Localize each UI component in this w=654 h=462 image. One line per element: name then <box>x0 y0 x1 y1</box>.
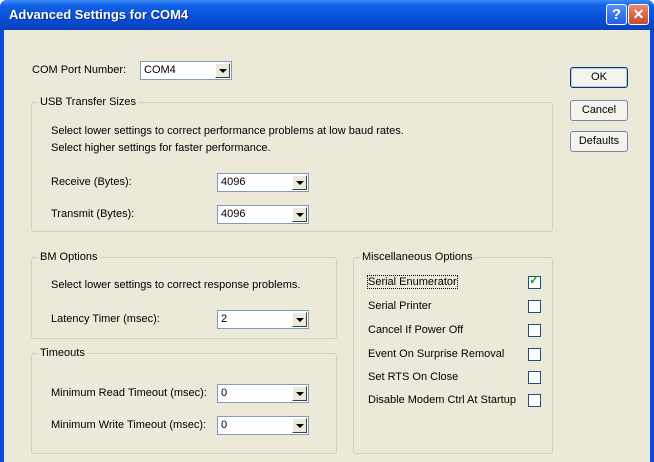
transmit-label: Transmit (Bytes): <box>51 208 135 220</box>
usb-desc-2: Select higher settings for faster perfor… <box>51 142 271 154</box>
chevron-down-icon[interactable] <box>292 312 307 327</box>
min-write-timeout-value: 0 <box>221 419 228 431</box>
receive-select[interactable]: 4096 <box>217 173 309 192</box>
min-write-timeout-label: Minimum Write Timeout (msec): <box>51 419 207 431</box>
receive-value: 4096 <box>221 176 246 188</box>
dialog-body: COM Port Number: COM4 USB Transfer Sizes… <box>4 30 650 462</box>
disable-modem-ctrl-label: Disable Modem Ctrl At Startup <box>368 394 516 406</box>
chevron-down-icon[interactable] <box>292 175 307 190</box>
close-icon[interactable]: ✕ <box>628 4 649 25</box>
window-title: Advanced Settings for COM4 <box>9 7 189 22</box>
chevron-down-icon[interactable] <box>215 63 230 78</box>
timeouts-title: Timeouts <box>38 347 87 359</box>
com-port-label: COM Port Number: <box>32 64 127 76</box>
timeouts-group: Timeouts <box>31 347 337 454</box>
bm-options-title: BM Options <box>38 251 100 263</box>
receive-label: Receive (Bytes): <box>51 176 132 188</box>
com-port-select[interactable]: COM4 <box>140 61 232 80</box>
dialog-window: Advanced Settings for COM4 ? ✕ COM Port … <box>0 0 654 462</box>
title-bar[interactable]: Advanced Settings for COM4 ? ✕ <box>0 0 654 30</box>
defaults-button[interactable]: Defaults <box>570 131 628 152</box>
ok-button[interactable]: OK <box>570 67 628 88</box>
latency-value: 2 <box>221 313 228 325</box>
serial-enumerator-label[interactable]: Serial Enumerator <box>367 275 458 289</box>
min-write-timeout-select[interactable]: 0 <box>217 416 309 435</box>
chevron-down-icon[interactable] <box>292 418 307 433</box>
cancel-if-power-off-label: Cancel If Power Off <box>368 324 464 336</box>
transmit-select[interactable]: 4096 <box>217 205 309 224</box>
min-read-timeout-value: 0 <box>221 387 228 399</box>
usb-desc-1: Select lower settings to correct perform… <box>51 125 404 137</box>
serial-printer-label: Serial Printer <box>368 300 432 312</box>
event-on-surprise-removal-label: Event On Surprise Removal <box>368 348 505 360</box>
com-port-value: COM4 <box>144 64 176 76</box>
set-rts-on-close-checkbox[interactable] <box>528 371 541 384</box>
misc-options-title: Miscellaneous Options <box>360 251 475 263</box>
cancel-button[interactable]: Cancel <box>570 100 628 121</box>
checkmark-icon: ✓ <box>529 273 540 287</box>
latency-select[interactable]: 2 <box>217 310 309 329</box>
event-on-surprise-removal-checkbox[interactable] <box>528 348 541 361</box>
chevron-down-icon[interactable] <box>292 207 307 222</box>
help-icon[interactable]: ? <box>606 4 627 25</box>
bm-desc: Select lower settings to correct respons… <box>51 279 301 291</box>
serial-enumerator-checkbox[interactable]: ✓ <box>528 273 541 289</box>
set-rts-on-close-label: Set RTS On Close <box>368 371 459 383</box>
serial-printer-checkbox[interactable] <box>528 300 541 313</box>
usb-transfer-title: USB Transfer Sizes <box>38 96 138 108</box>
min-read-timeout-label: Minimum Read Timeout (msec): <box>51 387 207 399</box>
latency-label: Latency Timer (msec): <box>51 313 160 325</box>
cancel-if-power-off-checkbox[interactable] <box>528 324 541 337</box>
disable-modem-ctrl-checkbox[interactable] <box>528 394 541 407</box>
min-read-timeout-select[interactable]: 0 <box>217 384 309 403</box>
transmit-value: 4096 <box>221 208 246 220</box>
chevron-down-icon[interactable] <box>292 386 307 401</box>
